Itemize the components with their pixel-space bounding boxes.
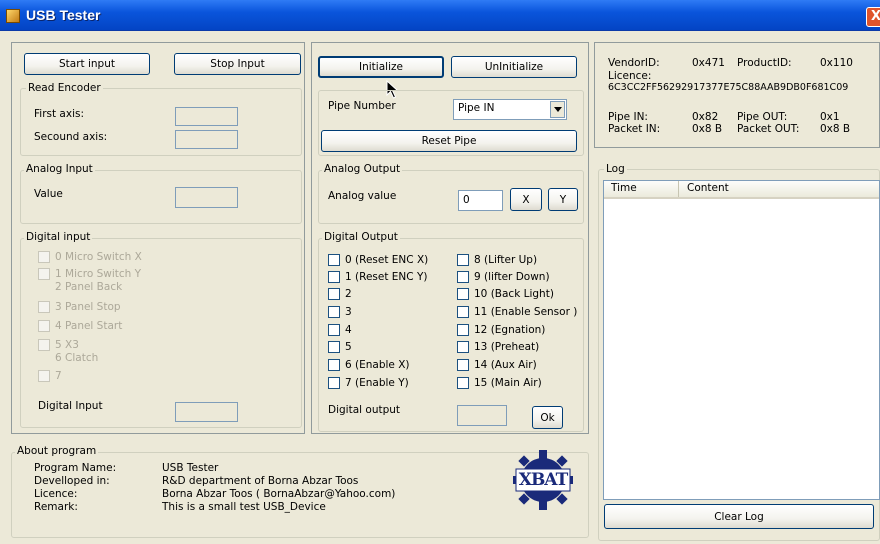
start-input-button[interactable]: Start input (24, 53, 150, 75)
vendor-id-label: VendorID: (608, 57, 660, 69)
initialize-button[interactable]: Initialize (318, 56, 444, 78)
reset-pipe-button[interactable]: Reset Pipe (321, 130, 577, 152)
first-axis-label: First axis: (34, 108, 85, 120)
analog-x-button[interactable]: X (510, 188, 542, 211)
digital-output-value-label: Digital output (328, 404, 401, 416)
pipe-number-label: Pipe Number (328, 100, 396, 112)
about-program-name-key: Program Name: (34, 462, 117, 474)
log-col-content[interactable]: Content (680, 181, 880, 197)
licence-value: 6C3CC2FF56292917377E75C88AAB9DB0F681C09 (608, 82, 849, 93)
digital-output-1[interactable]: 1 (Reset ENC Y) (328, 271, 427, 283)
analog-input-field (175, 187, 238, 208)
digital-output-3[interactable]: 3 (328, 306, 352, 318)
product-id-label: ProductID: (737, 57, 792, 69)
digital-input-field (175, 402, 238, 422)
uninitialize-button[interactable]: UnInitialize (451, 56, 577, 78)
about-remark-key: Remark: (34, 501, 78, 513)
analog-value-label: Analog value (328, 190, 397, 202)
packet-out-value: 0x8 B (820, 123, 851, 135)
pipe-in-value: 0x82 (692, 111, 719, 123)
pipe-in-label: Pipe IN: (608, 111, 648, 123)
title-bar[interactable]: USB Tester X (0, 0, 880, 31)
stop-input-button[interactable]: Stop Input (174, 53, 301, 75)
clear-log-button[interactable]: Clear Log (604, 504, 874, 529)
company-logo: XBAT (512, 449, 574, 511)
digital-output-7[interactable]: 7 (Enable Y) (328, 377, 409, 389)
about-program-name-value: USB Tester (162, 462, 219, 474)
digital-output-9[interactable]: 9 (lifter Down) (457, 271, 550, 283)
about-remark-value: This is a small test USB_Device (162, 501, 326, 513)
vendor-id-value: 0x471 (692, 57, 725, 69)
digital-input-7: 7 (38, 370, 62, 382)
packet-out-label: Packet OUT: (737, 123, 800, 135)
about-licence-value: Borna Abzar Toos ( BornaAbzar@Yahoo.com) (162, 488, 396, 500)
digital-output-13[interactable]: 13 (Preheat) (457, 341, 539, 353)
digital-output-2[interactable]: 2 (328, 288, 352, 300)
pipe-out-value: 0x1 (820, 111, 840, 123)
close-button[interactable]: X (866, 7, 880, 27)
digital-output-legend: Digital Output (322, 231, 400, 243)
digital-input-2-label: 2 Panel Back (55, 281, 123, 293)
packet-in-label: Packet IN: (608, 123, 661, 135)
digital-input-6-label: 6 Clatch (55, 352, 99, 364)
analog-y-button[interactable]: Y (548, 188, 578, 211)
pipe-number-select[interactable]: Pipe IN (453, 99, 567, 120)
digital-output-0[interactable]: 0 (Reset ENC X) (328, 254, 428, 266)
window-title: USB Tester (26, 7, 101, 23)
digital-input-5: 5 X3 (38, 339, 79, 351)
logo-text: XBAT (518, 470, 568, 490)
second-axis-label: Secound axis: (34, 131, 108, 143)
digital-input-3: 3 Panel Stop (38, 301, 121, 313)
analog-output-legend: Analog Output (322, 163, 403, 175)
digital-output-14[interactable]: 14 (Aux Air) (457, 359, 537, 371)
digital-output-ok-button[interactable]: Ok (532, 406, 563, 429)
digital-input-value-label: Digital Input (38, 400, 103, 412)
analog-value-input[interactable]: 0 (458, 190, 503, 211)
product-id-value: 0x110 (820, 57, 853, 69)
log-header: Time Content (604, 181, 879, 199)
app-icon (6, 9, 20, 23)
digital-output-12[interactable]: 12 (Egnation) (457, 324, 545, 336)
read-encoder-group (20, 88, 302, 156)
digital-output-15[interactable]: 15 (Main Air) (457, 377, 542, 389)
about-licence-key: Licence: (34, 488, 78, 500)
read-encoder-legend: Read Encoder (26, 82, 103, 94)
digital-input-legend: Digital input (24, 231, 93, 243)
about-legend: About program (15, 445, 99, 457)
licence-label: Licence: (608, 70, 652, 82)
digital-output-10[interactable]: 10 (Back Light) (457, 288, 554, 300)
about-developed-value: R&D department of Borna Abzar Toos (162, 475, 359, 487)
pipe-out-label: Pipe OUT: (737, 111, 788, 123)
digital-input-0: 0 Micro Switch X (38, 251, 142, 263)
log-col-time[interactable]: Time (604, 181, 679, 197)
digital-output-5[interactable]: 5 (328, 341, 352, 353)
about-developed-key: Develloped in: (34, 475, 110, 487)
packet-in-value: 0x8 B (692, 123, 723, 135)
digital-output-11[interactable]: 11 (Enable Sensor ) (457, 306, 577, 318)
digital-output-4[interactable]: 4 (328, 324, 352, 336)
digital-output-6[interactable]: 6 (Enable X) (328, 359, 410, 371)
log-legend: Log (604, 163, 627, 175)
chevron-down-icon[interactable] (550, 101, 565, 118)
analog-input-legend: Analog Input (24, 163, 95, 175)
log-list[interactable]: Time Content (603, 180, 880, 500)
second-axis-field (175, 130, 238, 149)
first-axis-field (175, 107, 238, 126)
analog-input-value-label: Value (34, 188, 63, 200)
digital-input-1: 1 Micro Switch Y (38, 268, 141, 280)
digital-output-field (457, 405, 507, 426)
digital-input-4: 4 Panel Start (38, 320, 122, 332)
digital-output-8[interactable]: 8 (Lifter Up) (457, 254, 537, 266)
pipe-selected-value: Pipe IN (458, 102, 495, 114)
